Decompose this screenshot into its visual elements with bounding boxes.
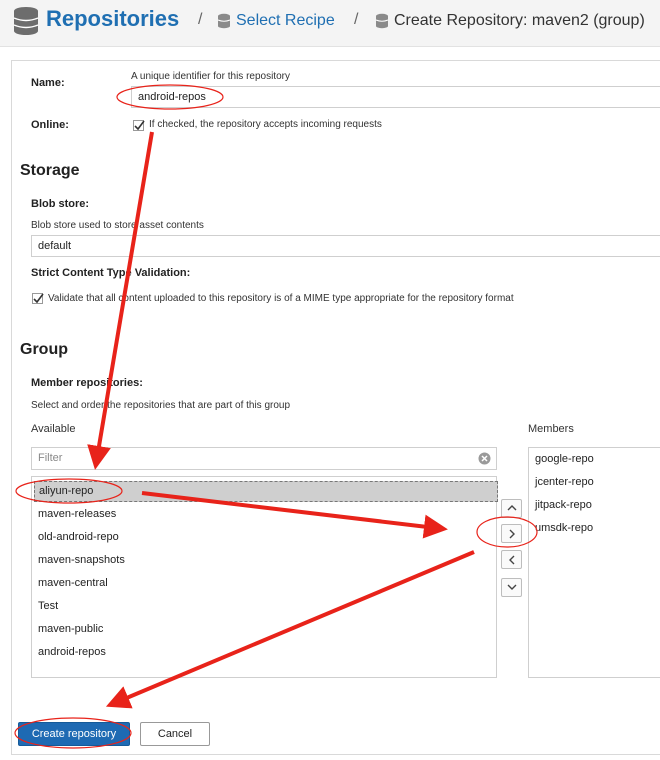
name-label: Name: xyxy=(31,77,65,89)
page-header: Repositories / Select Recipe / Create Re… xyxy=(0,0,660,47)
name-help-text: A unique identifier for this repository xyxy=(131,71,290,82)
name-input[interactable]: android-repos xyxy=(131,86,660,108)
strict-validation-checkbox[interactable] xyxy=(32,293,44,304)
list-item[interactable]: jcenter-repo xyxy=(535,476,594,488)
list-item[interactable]: jitpack-repo xyxy=(535,499,592,511)
add-to-members-button[interactable] xyxy=(501,524,522,543)
breadcrumb-separator: / xyxy=(198,11,203,28)
list-item[interactable]: android-repos xyxy=(38,646,106,658)
move-down-button[interactable] xyxy=(501,578,522,597)
database-icon xyxy=(13,7,39,35)
list-item[interactable]: maven-releases xyxy=(38,508,116,520)
chevron-left-icon xyxy=(509,555,515,565)
blob-store-label: Blob store: xyxy=(31,198,90,210)
chevron-up-icon xyxy=(507,505,517,511)
available-list[interactable]: aliyun-repo maven-releases old-android-r… xyxy=(31,476,498,678)
checkmark-icon xyxy=(134,120,145,131)
breadcrumb-select-recipe[interactable]: Select Recipe xyxy=(236,12,335,30)
list-item[interactable]: Test xyxy=(38,600,58,612)
online-label: Online: xyxy=(31,119,69,131)
database-icon xyxy=(375,13,389,29)
blob-store-help-text: Blob store used to store asset contents xyxy=(31,220,204,231)
online-checkbox[interactable] xyxy=(133,120,145,131)
members-label: Members xyxy=(528,423,574,435)
list-item[interactable]: maven-snapshots xyxy=(38,554,125,566)
strict-validation-help-text: Validate that all content uploaded to th… xyxy=(48,293,514,304)
page-title: Repositories xyxy=(46,6,180,31)
member-repositories-label: Member repositories: xyxy=(31,377,143,389)
clear-filter-icon[interactable] xyxy=(478,452,491,465)
group-section-title: Group xyxy=(20,341,68,358)
list-item[interactable]: aliyun-repo xyxy=(34,481,498,502)
breadcrumb-create-repository: Create Repository: maven2 (group) xyxy=(394,12,645,29)
remove-from-members-button[interactable] xyxy=(501,550,522,569)
chevron-down-icon xyxy=(507,584,517,590)
database-icon xyxy=(217,13,231,29)
filter-input[interactable]: Filter xyxy=(31,447,497,470)
list-item[interactable]: old-android-repo xyxy=(38,531,119,543)
cancel-button[interactable]: Cancel xyxy=(140,722,210,746)
online-help-text: If checked, the repository accepts incom… xyxy=(149,119,382,130)
create-repository-button[interactable]: Create repository xyxy=(18,722,130,746)
breadcrumb-separator: / xyxy=(354,11,359,28)
storage-section-title: Storage xyxy=(20,162,80,179)
move-up-button[interactable] xyxy=(501,499,522,518)
member-repositories-help-text: Select and order the repositories that a… xyxy=(31,400,291,411)
list-item[interactable]: google-repo xyxy=(535,453,594,465)
list-item[interactable]: maven-public xyxy=(38,623,103,635)
list-item[interactable]: umsdk-repo xyxy=(535,522,593,534)
members-list[interactable]: google-repo jcenter-repo jitpack-repo um… xyxy=(528,447,660,678)
chevron-right-icon xyxy=(509,529,515,539)
available-label: Available xyxy=(31,423,76,435)
strict-validation-label: Strict Content Type Validation: xyxy=(31,267,191,279)
checkmark-icon xyxy=(33,293,44,304)
list-item[interactable]: maven-central xyxy=(38,577,108,589)
blob-store-select[interactable]: default xyxy=(31,235,660,257)
